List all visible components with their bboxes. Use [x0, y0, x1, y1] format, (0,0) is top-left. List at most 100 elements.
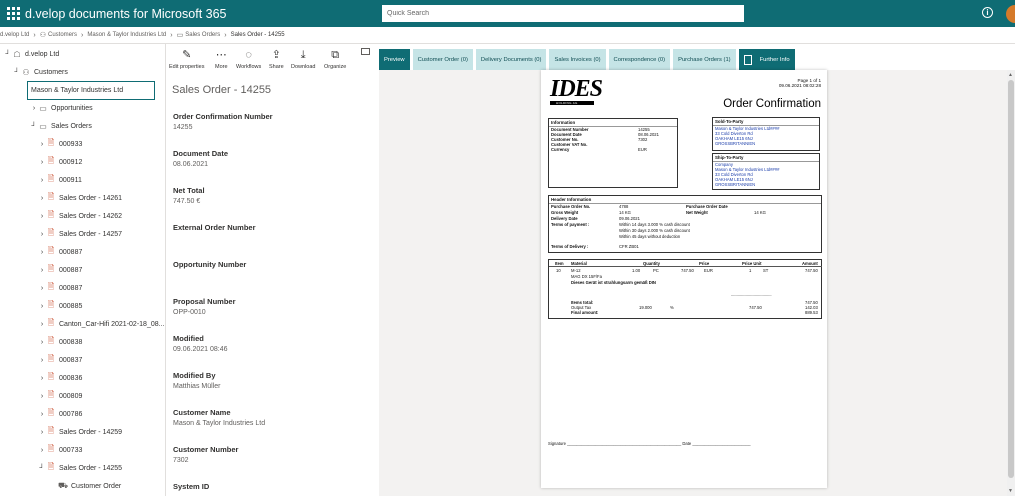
breadcrumb: d.velop Ltd › ⚇ Customers › Mason & Taylo… [0, 27, 1015, 44]
tab-preview[interactable]: Preview [379, 49, 410, 70]
tab-delivery-documents[interactable]: Delivery Documents (0) [475, 49, 547, 70]
chevron-right-icon[interactable]: › [30, 105, 38, 112]
tree-item[interactable]: ┘Mason & Taylor Industries Ltd [28, 81, 123, 99]
chevron-right-icon[interactable]: › [38, 195, 46, 202]
chevron-right-icon[interactable]: › [38, 321, 46, 328]
tree-item[interactable]: ┘ 🗎 Sales Order - 14255 [38, 459, 123, 477]
chevron-right-icon[interactable]: › [38, 141, 46, 148]
chevron-right-icon[interactable]: › [38, 303, 46, 310]
tree-item[interactable]: › 🗎 000836 [38, 369, 83, 387]
tree-item[interactable]: › 🗎 000837 [38, 351, 83, 369]
tree-item[interactable]: › 🗎 000911 [38, 171, 82, 189]
tree-item[interactable]: › 🗎 000912 [38, 153, 83, 171]
chevron-right-icon[interactable]: › [38, 177, 46, 184]
tree-item[interactable]: ┘ ☖ d.velop Ltd [4, 45, 60, 63]
more-icon: ⋯ [215, 49, 227, 61]
chevron-right-icon: › [224, 31, 227, 39]
chevron-expanded-icon[interactable]: ┘ [30, 123, 38, 130]
tree-item-label: Sales Order - 14262 [59, 212, 123, 220]
tree-item[interactable]: › 🗎 000733 [38, 441, 83, 459]
folder-icon: ▭ [176, 32, 184, 39]
chevron-right-icon: › [81, 31, 84, 39]
tree-item-label: Sales Order - 14257 [59, 230, 123, 238]
more-button[interactable]: ⋯ More [215, 48, 228, 70]
tree-item[interactable]: › 🗎 000887 [38, 261, 83, 279]
information-box: Information Document Number 14255 Document… [548, 118, 678, 188]
chevron-right-icon[interactable]: › [38, 213, 46, 220]
breadcrumb-item[interactable]: ⚇ Customers [40, 31, 77, 39]
chevron-right-icon[interactable]: › [38, 249, 46, 256]
scroll-down-icon[interactable]: ▼ [1008, 488, 1013, 494]
tree-item[interactable]: › 🗎 000933 [38, 135, 83, 153]
field-value: OPP-0010 [173, 309, 206, 316]
chevron-right-icon[interactable]: › [38, 429, 46, 436]
chevron-right-icon[interactable]: › [38, 357, 46, 364]
tree-item[interactable]: › 🗎 Sales Order - 14262 [38, 207, 122, 225]
share-button[interactable]: ⇪ Share [269, 48, 284, 70]
chevron-right-icon[interactable]: › [38, 339, 46, 346]
chevron-right-icon: › [170, 31, 173, 39]
tab-sales-invoices[interactable]: Sales Invoices (0) [549, 49, 606, 70]
scroll-up-icon[interactable]: ▲ [1008, 72, 1013, 78]
tree-item-label: 000885 [59, 302, 83, 310]
waffle-icon[interactable] [3, 0, 23, 27]
chevron-expanded-icon[interactable]: ┘ [4, 51, 12, 58]
pdf-document-icon: 🗎 [47, 192, 55, 201]
people-icon: ⚇ [39, 32, 46, 39]
tab-further-info[interactable]: Further Info [738, 49, 795, 70]
chevron-expanded-icon[interactable]: ┘ [13, 69, 21, 76]
app-title: d.velop documents for Microsoft 365 [25, 6, 227, 21]
chevron-right-icon[interactable]: › [38, 411, 46, 418]
info-icon[interactable]: i [982, 7, 993, 18]
tree-item-label: Customers [34, 68, 68, 76]
tree-item[interactable]: › 🗎 Sales Order - 14257 [38, 225, 122, 243]
page-info: Page 1 of 1 09.06.2021 08:02:28 [778, 78, 821, 89]
collapse-panel-icon[interactable] [361, 48, 370, 55]
chevron-right-icon[interactable]: › [38, 267, 46, 274]
breadcrumb-item[interactable]: Mason & Taylor Industries Ltd [87, 32, 166, 38]
tree-item[interactable]: › 🗎 000887 [38, 279, 83, 297]
edit-properties-button[interactable]: ✎ Edit properties [169, 48, 204, 70]
pdf-document-icon: 🗎 [47, 354, 55, 363]
chevron-right-icon[interactable]: › [38, 285, 46, 292]
tab-correspondence[interactable]: Correspondence (0) [608, 49, 671, 70]
tree-item[interactable]: › 🗎 000786 [38, 405, 83, 423]
tree-item[interactable]: ⛟ Customer Order [50, 477, 121, 495]
sold-to-box: Sold-To-Party Mason & Taylor Industries … [712, 117, 820, 151]
chevron-right-icon[interactable]: › [38, 393, 46, 400]
scroll-thumb[interactable] [1008, 80, 1014, 478]
tree-item[interactable]: › ▭ Opportunities [30, 99, 93, 117]
field-label: Order Confirmation Number [173, 112, 273, 121]
document-icon [743, 54, 752, 65]
avatar[interactable] [1006, 5, 1015, 23]
tab-customer-order[interactable]: Customer Order (0) [412, 49, 473, 70]
tree-item[interactable]: › 🗎 000838 [38, 333, 83, 351]
tree-item[interactable]: › 🗎 Sales Order - 14259 [38, 423, 122, 441]
tab-purchase-orders[interactable]: Purchase Orders (1) [673, 49, 736, 70]
workflows-button[interactable]: ◌ Workflows [236, 48, 261, 70]
tree-item-label: d.velop Ltd [25, 50, 60, 58]
tree-item[interactable]: › 🗎 Sales Order - 14261 [38, 189, 122, 207]
search-input[interactable] [382, 5, 744, 22]
details-panel: Sales Order - 14255 Order Confirmation N… [166, 76, 376, 496]
chevron-right-icon[interactable]: › [38, 447, 46, 454]
tree-item[interactable]: ┘ ⚇ Customers [13, 63, 68, 81]
chevron-right-icon[interactable]: › [38, 231, 46, 238]
tree-item-label: 000933 [59, 140, 83, 148]
pdf-document-icon: 🗎 [47, 228, 55, 237]
chevron-right-icon[interactable]: › [38, 375, 46, 382]
field-value: Mason & Taylor Industries Ltd [173, 420, 266, 427]
preview-scrollbar[interactable]: ▲ ▼ [1007, 70, 1015, 496]
tree-item[interactable]: › 🗎 000887 [38, 243, 83, 261]
breadcrumb-item[interactable]: ▭ Sales Orders [177, 31, 221, 39]
chevron-expanded-icon[interactable]: ┘ [38, 465, 46, 472]
tree-item[interactable]: ┘ ▭ Sales Orders [30, 117, 92, 135]
chevron-right-icon[interactable]: › [38, 159, 46, 166]
tree-item[interactable]: › 🗎 Canton_Car-Hifi 2021-02-18_08... [38, 315, 165, 333]
organize-button[interactable]: ⧉ Organize [324, 48, 346, 70]
tree-item[interactable]: › 🗎 000885 [38, 297, 83, 315]
download-button[interactable]: ⤓ Download [291, 48, 315, 70]
breadcrumb-item[interactable]: d.velop Ltd [0, 32, 29, 38]
tree-item-label: Sales Order - 14261 [59, 194, 123, 202]
tree-item[interactable]: › 🗎 000809 [38, 387, 83, 405]
